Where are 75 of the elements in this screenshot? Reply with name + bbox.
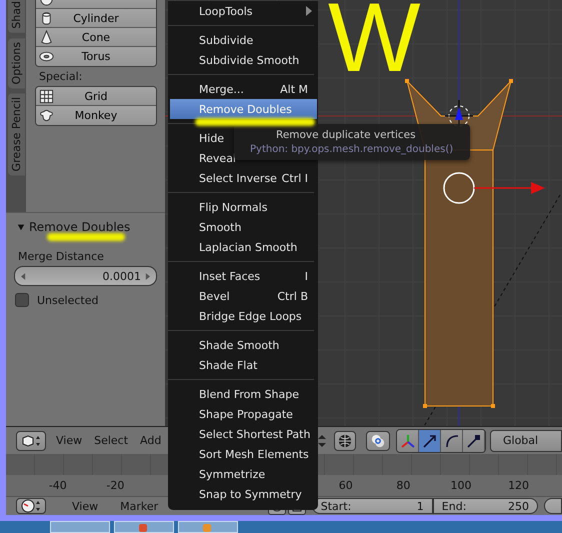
menu-item[interactable]: Select Inverse Ctrl I [168, 168, 318, 188]
menu-item[interactable]: Laplacian Smooth [168, 237, 318, 257]
tooltip-text: Remove duplicate vertices [276, 129, 417, 141]
submenu-arrow-icon [306, 6, 312, 16]
header-menu[interactable]: Add [140, 434, 162, 448]
axes-manipulator-button[interactable] [397, 430, 419, 452]
orientation-dropdown[interactable]: Global [490, 430, 562, 452]
menu-item[interactable]: Bevel Ctrl B [168, 286, 318, 306]
field-label: Merge Distance [17, 250, 105, 263]
menu-item[interactable]: Subdivide [168, 30, 318, 50]
menu-item[interactable]: Flip Normals [168, 197, 318, 217]
section-label: Special: [38, 69, 84, 85]
disclosure-triangle-icon[interactable] [17, 223, 25, 231]
right-arrow-icon [145, 272, 150, 280]
checkbox[interactable] [15, 293, 29, 307]
axes-icon [400, 432, 416, 449]
scale-manipulator-button[interactable] [463, 430, 485, 452]
cube-icon [20, 434, 42, 448]
checkbox-label: Unselected [37, 294, 98, 306]
menu-item[interactable]: Inset Faces I [168, 266, 318, 286]
taskbar-thumbnail[interactable] [114, 521, 174, 533]
menu-item[interactable]: LoopTools [168, 1, 318, 21]
editor-type-button[interactable] [16, 498, 46, 514]
header-menu[interactable]: Select [94, 434, 128, 448]
torus-icon [39, 49, 54, 64]
merge-distance-field[interactable]: 0.0001 [14, 266, 157, 286]
add-mesh-button[interactable]: Monkey [36, 106, 156, 125]
taskbar-thumbnail[interactable] [50, 521, 110, 533]
pivot-point-button[interactable] [366, 430, 390, 451]
viewport-shading-button[interactable] [334, 430, 356, 451]
rotate-icon [444, 432, 460, 449]
panel-title: Remove Doubles [29, 220, 130, 234]
menu-item[interactable]: Symmetrize [168, 464, 318, 484]
header-menu[interactable]: View [56, 434, 82, 448]
frame-number: 80 [395, 479, 412, 492]
end-frame-field[interactable]: End: 250 [432, 498, 538, 514]
menu-item[interactable]: Select Shortest Path [168, 424, 318, 444]
add-mesh-button[interactable]: Torus [36, 47, 156, 66]
frame-number: 120 [507, 479, 530, 492]
add-mesh-button[interactable]: Cone [36, 28, 156, 47]
menu-item[interactable]: Remove Doubles [170, 99, 317, 119]
translate-manipulator-button[interactable] [419, 430, 441, 452]
menu-item[interactable]: Smooth [168, 217, 318, 237]
header-menu[interactable]: View [72, 500, 98, 513]
frame-field[interactable] [544, 498, 562, 514]
translate-icon [422, 432, 438, 449]
menu-item[interactable]: Bridge Edge Loops [168, 306, 318, 326]
editor-type-button[interactable] [16, 430, 46, 451]
menu-item[interactable]: Subdivide Smooth [168, 50, 318, 70]
frame-number: -20 [105, 479, 126, 492]
cone-icon [39, 30, 54, 44]
menu-item[interactable]: Shade Flat [168, 355, 318, 375]
annotation-letter: W [328, 0, 420, 86]
clock-icon [20, 499, 42, 514]
frame-number: 100 [449, 479, 472, 492]
rotate-manipulator-button[interactable] [441, 430, 463, 452]
scale-icon [466, 432, 482, 449]
add-mesh-button[interactable]: Cylinder [36, 9, 156, 28]
left-arrow-icon [21, 272, 26, 280]
menu-item[interactable]: Sort Mesh Elements [168, 444, 318, 464]
start-frame-field[interactable]: Start: 1 [312, 498, 433, 514]
pivot-icon [370, 434, 386, 448]
menu-item[interactable]: Blend From Shape [168, 384, 318, 404]
frame-number: 60 [338, 479, 354, 492]
globe-icon [338, 434, 352, 448]
add-mesh-button[interactable]: Grid [36, 87, 156, 106]
monkey-icon [39, 108, 54, 123]
tooltip-python: Python: bpy.ops.mesh.remove_doubles() [250, 144, 454, 155]
grid-icon [39, 88, 54, 104]
menu-item[interactable]: Shape Propagate [168, 404, 318, 424]
taskbar-thumbnail[interactable] [178, 521, 238, 533]
frame-number: -40 [48, 479, 68, 492]
header-menu[interactable]: Marker [120, 500, 158, 513]
menu-item[interactable]: Merge... Alt M [168, 79, 318, 99]
menu-item[interactable]: Shade Smooth [168, 335, 318, 355]
